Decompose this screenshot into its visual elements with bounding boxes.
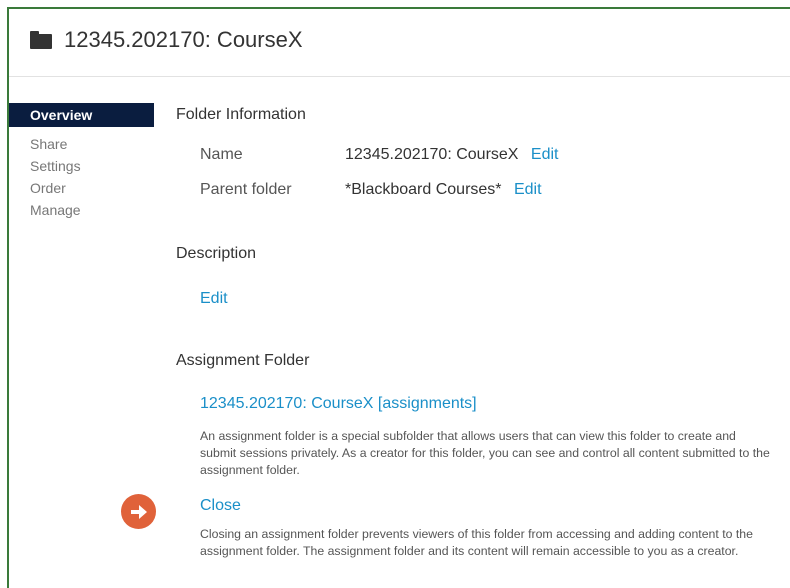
folder-name-value: 12345.202170: CourseX <box>345 146 519 163</box>
close-assignment-description: Closing an assignment folder prevents vi… <box>200 527 753 558</box>
assignment-folder-link[interactable]: 12345.202170: CourseX [assignments] <box>200 395 477 413</box>
folder-information-heading: Folder Information <box>176 106 306 123</box>
sidebar-nav: Overview Share Settings Order Manage <box>9 103 154 221</box>
edit-parent-folder-link[interactable]: Edit <box>514 181 542 198</box>
nav-item-settings[interactable]: Settings <box>9 155 154 177</box>
assignment-folder-heading: Assignment Folder <box>176 352 310 369</box>
assignment-folder-description: An assignment folder is a special subfol… <box>200 429 770 477</box>
parent-folder-value: *Blackboard Courses* <box>345 181 502 198</box>
header-divider <box>9 76 790 77</box>
close-assignment-folder-link[interactable]: Close <box>200 497 241 515</box>
arrow-right-icon <box>121 494 156 529</box>
edit-description-link[interactable]: Edit <box>200 290 228 308</box>
nav-item-order[interactable]: Order <box>9 177 154 199</box>
description-heading: Description <box>176 245 257 262</box>
page-title: 12345.202170: CourseX <box>64 27 303 52</box>
folder-icon <box>30 30 52 50</box>
name-row-value: 12345.202170: CourseX Edit <box>345 146 559 164</box>
edit-name-link[interactable]: Edit <box>531 146 559 163</box>
nav-item-overview[interactable]: Overview <box>9 103 154 127</box>
nav-item-share[interactable]: Share <box>9 133 154 155</box>
parent-folder-label: Parent folder <box>200 181 292 198</box>
parent-row-value: *Blackboard Courses* Edit <box>345 181 542 199</box>
page-header: 12345.202170: CourseX <box>30 20 303 60</box>
nav-item-manage[interactable]: Manage <box>9 199 154 221</box>
name-label: Name <box>200 146 243 163</box>
